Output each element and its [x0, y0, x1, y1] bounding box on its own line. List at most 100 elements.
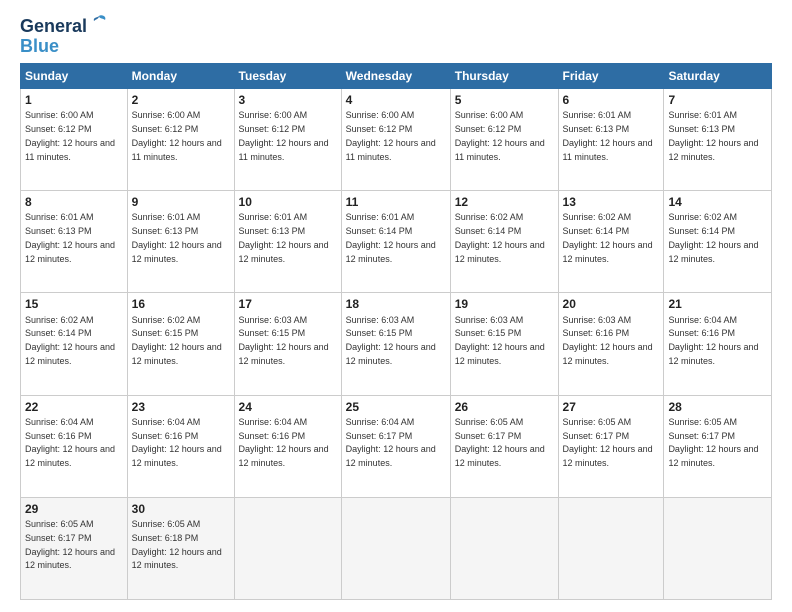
calendar-cell: 9 Sunrise: 6:01 AMSunset: 6:13 PMDaylight… [127, 191, 234, 293]
day-info: Sunrise: 6:01 AMSunset: 6:13 PMDaylight:… [132, 212, 222, 263]
calendar-cell: 17Sunrise: 6:03 AMSunset: 6:15 PMDayligh… [234, 293, 341, 395]
calendar-cell: 2 Sunrise: 6:00 AMSunset: 6:12 PMDaylight… [127, 89, 234, 191]
day-info: Sunrise: 6:01 AMSunset: 6:13 PMDaylight:… [563, 110, 653, 161]
day-number: 6 [563, 92, 660, 108]
calendar-cell: 24Sunrise: 6:04 AMSunset: 6:16 PMDayligh… [234, 395, 341, 497]
calendar-cell: 4 Sunrise: 6:00 AMSunset: 6:12 PMDaylight… [341, 89, 450, 191]
day-number: 16 [132, 296, 230, 312]
day-info: Sunrise: 6:00 AMSunset: 6:12 PMDaylight:… [346, 110, 436, 161]
day-info: Sunrise: 6:05 AMSunset: 6:17 PMDaylight:… [668, 417, 758, 468]
day-info: Sunrise: 6:05 AMSunset: 6:17 PMDaylight:… [25, 519, 115, 570]
calendar-week-row: 22 Sunrise: 6:04 AMSunset: 6:16 PMDayligh… [21, 395, 772, 497]
calendar-cell: 7 Sunrise: 6:01 AMSunset: 6:13 PMDaylight… [664, 89, 772, 191]
day-info: Sunrise: 6:03 AMSunset: 6:15 PMDaylight:… [239, 315, 329, 366]
day-number: 18 [346, 296, 446, 312]
calendar-cell: 13 Sunrise: 6:02 AMSunset: 6:14 PMDayligh… [558, 191, 664, 293]
logo-line1: General [20, 16, 109, 37]
calendar-cell: 29 Sunrise: 6:05 AMSunset: 6:17 PMDayligh… [21, 497, 128, 599]
day-number: 9 [132, 194, 230, 210]
col-header-tuesday: Tuesday [234, 64, 341, 89]
calendar-cell: 14 Sunrise: 6:02 AMSunset: 6:14 PMDayligh… [664, 191, 772, 293]
col-header-monday: Monday [127, 64, 234, 89]
calendar-week-row: 8Sunrise: 6:01 AMSunset: 6:13 PMDaylight… [21, 191, 772, 293]
calendar-cell: 19Sunrise: 6:03 AMSunset: 6:15 PMDayligh… [450, 293, 558, 395]
calendar-week-row: 1Sunrise: 6:00 AMSunset: 6:12 PMDaylight… [21, 89, 772, 191]
calendar-cell: 11 Sunrise: 6:01 AMSunset: 6:14 PMDayligh… [341, 191, 450, 293]
calendar-cell [341, 497, 450, 599]
calendar-cell: 30 Sunrise: 6:05 AMSunset: 6:18 PMDayligh… [127, 497, 234, 599]
day-info: Sunrise: 6:01 AMSunset: 6:13 PMDaylight:… [239, 212, 329, 263]
day-number: 30 [132, 501, 230, 517]
day-number: 14 [668, 194, 767, 210]
day-info: Sunrise: 6:03 AMSunset: 6:15 PMDaylight:… [455, 315, 545, 366]
calendar-cell: 27 Sunrise: 6:05 AMSunset: 6:17 PMDayligh… [558, 395, 664, 497]
day-number: 7 [668, 92, 767, 108]
day-number: 15 [25, 296, 123, 312]
col-header-thursday: Thursday [450, 64, 558, 89]
day-info: Sunrise: 6:04 AMSunset: 6:16 PMDaylight:… [25, 417, 115, 468]
day-number: 12 [455, 194, 554, 210]
calendar-cell [450, 497, 558, 599]
day-number: 25 [346, 399, 446, 415]
day-info: Sunrise: 6:04 AMSunset: 6:16 PMDaylight:… [239, 417, 329, 468]
calendar-cell: 1Sunrise: 6:00 AMSunset: 6:12 PMDaylight… [21, 89, 128, 191]
calendar-cell: 21 Sunrise: 6:04 AMSunset: 6:16 PMDayligh… [664, 293, 772, 395]
calendar-cell: 16 Sunrise: 6:02 AMSunset: 6:15 PMDayligh… [127, 293, 234, 395]
day-number: 21 [668, 296, 767, 312]
calendar-cell [558, 497, 664, 599]
calendar-cell: 23 Sunrise: 6:04 AMSunset: 6:16 PMDayligh… [127, 395, 234, 497]
calendar-week-row: 29 Sunrise: 6:05 AMSunset: 6:17 PMDayligh… [21, 497, 772, 599]
day-info: Sunrise: 6:05 AMSunset: 6:17 PMDaylight:… [455, 417, 545, 468]
col-header-sunday: Sunday [21, 64, 128, 89]
calendar-cell: 15 Sunrise: 6:02 AMSunset: 6:14 PMDayligh… [21, 293, 128, 395]
day-number: 23 [132, 399, 230, 415]
day-number: 4 [346, 92, 446, 108]
day-number: 29 [25, 501, 123, 517]
day-info: Sunrise: 6:01 AMSunset: 6:13 PMDaylight:… [668, 110, 758, 161]
calendar-cell: 25Sunrise: 6:04 AMSunset: 6:17 PMDayligh… [341, 395, 450, 497]
day-number: 5 [455, 92, 554, 108]
day-number: 11 [346, 194, 446, 210]
day-number: 26 [455, 399, 554, 415]
day-info: Sunrise: 6:02 AMSunset: 6:15 PMDaylight:… [132, 315, 222, 366]
col-header-friday: Friday [558, 64, 664, 89]
day-info: Sunrise: 6:00 AMSunset: 6:12 PMDaylight:… [25, 110, 115, 161]
calendar-cell: 18 Sunrise: 6:03 AMSunset: 6:15 PMDayligh… [341, 293, 450, 395]
day-number: 10 [239, 194, 337, 210]
calendar-cell: 26 Sunrise: 6:05 AMSunset: 6:17 PMDayligh… [450, 395, 558, 497]
day-info: Sunrise: 6:02 AMSunset: 6:14 PMDaylight:… [668, 212, 758, 263]
calendar-cell: 3Sunrise: 6:00 AMSunset: 6:12 PMDaylight… [234, 89, 341, 191]
calendar-cell: 5 Sunrise: 6:00 AMSunset: 6:12 PMDaylight… [450, 89, 558, 191]
day-number: 13 [563, 194, 660, 210]
logo: General Blue [20, 16, 109, 55]
day-number: 2 [132, 92, 230, 108]
day-number: 28 [668, 399, 767, 415]
calendar-week-row: 15 Sunrise: 6:02 AMSunset: 6:14 PMDayligh… [21, 293, 772, 395]
page: General Blue SundayMondayTuesdayWednesda… [0, 0, 792, 612]
day-info: Sunrise: 6:00 AMSunset: 6:12 PMDaylight:… [132, 110, 222, 161]
day-info: Sunrise: 6:03 AMSunset: 6:15 PMDaylight:… [346, 315, 436, 366]
day-info: Sunrise: 6:05 AMSunset: 6:17 PMDaylight:… [563, 417, 653, 468]
day-info: Sunrise: 6:00 AMSunset: 6:12 PMDaylight:… [239, 110, 329, 161]
day-info: Sunrise: 6:02 AMSunset: 6:14 PMDaylight:… [25, 315, 115, 366]
day-number: 22 [25, 399, 123, 415]
day-info: Sunrise: 6:01 AMSunset: 6:13 PMDaylight:… [25, 212, 115, 263]
day-info: Sunrise: 6:02 AMSunset: 6:14 PMDaylight:… [563, 212, 653, 263]
day-number: 27 [563, 399, 660, 415]
calendar-cell: 22 Sunrise: 6:04 AMSunset: 6:16 PMDayligh… [21, 395, 128, 497]
day-info: Sunrise: 6:05 AMSunset: 6:18 PMDaylight:… [132, 519, 222, 570]
day-info: Sunrise: 6:02 AMSunset: 6:14 PMDaylight:… [455, 212, 545, 263]
day-info: Sunrise: 6:04 AMSunset: 6:16 PMDaylight:… [132, 417, 222, 468]
day-info: Sunrise: 6:00 AMSunset: 6:12 PMDaylight:… [455, 110, 545, 161]
day-info: Sunrise: 6:01 AMSunset: 6:14 PMDaylight:… [346, 212, 436, 263]
calendar-header-row: SundayMondayTuesdayWednesdayThursdayFrid… [21, 64, 772, 89]
calendar-cell [664, 497, 772, 599]
col-header-wednesday: Wednesday [341, 64, 450, 89]
col-header-saturday: Saturday [664, 64, 772, 89]
calendar-cell: 6 Sunrise: 6:01 AMSunset: 6:13 PMDaylight… [558, 89, 664, 191]
day-info: Sunrise: 6:03 AMSunset: 6:16 PMDaylight:… [563, 315, 653, 366]
calendar-cell: 12 Sunrise: 6:02 AMSunset: 6:14 PMDayligh… [450, 191, 558, 293]
calendar-cell [234, 497, 341, 599]
calendar-cell: 20Sunrise: 6:03 AMSunset: 6:16 PMDayligh… [558, 293, 664, 395]
day-info: Sunrise: 6:04 AMSunset: 6:16 PMDaylight:… [668, 315, 758, 366]
